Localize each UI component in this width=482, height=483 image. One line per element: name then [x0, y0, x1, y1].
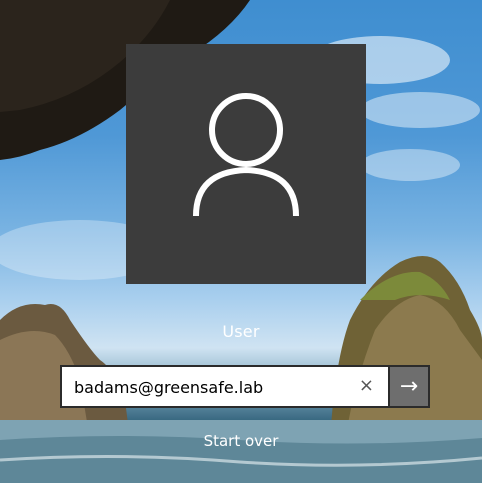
close-icon[interactable]: × [359, 376, 374, 396]
lock-screen: User badams@greensafe.lab × → Start over [0, 0, 482, 483]
email-field-value: badams@greensafe.lab [74, 378, 264, 397]
user-avatar-tile [126, 44, 366, 284]
user-name: User [222, 322, 260, 341]
start-over-link[interactable]: Start over [0, 432, 482, 450]
signin-row: badams@greensafe.lab × → [60, 365, 430, 408]
email-field[interactable]: badams@greensafe.lab × [60, 365, 390, 408]
arrow-right-icon: → [399, 374, 419, 399]
user-icon [193, 93, 299, 217]
submit-button[interactable]: → [390, 365, 430, 408]
